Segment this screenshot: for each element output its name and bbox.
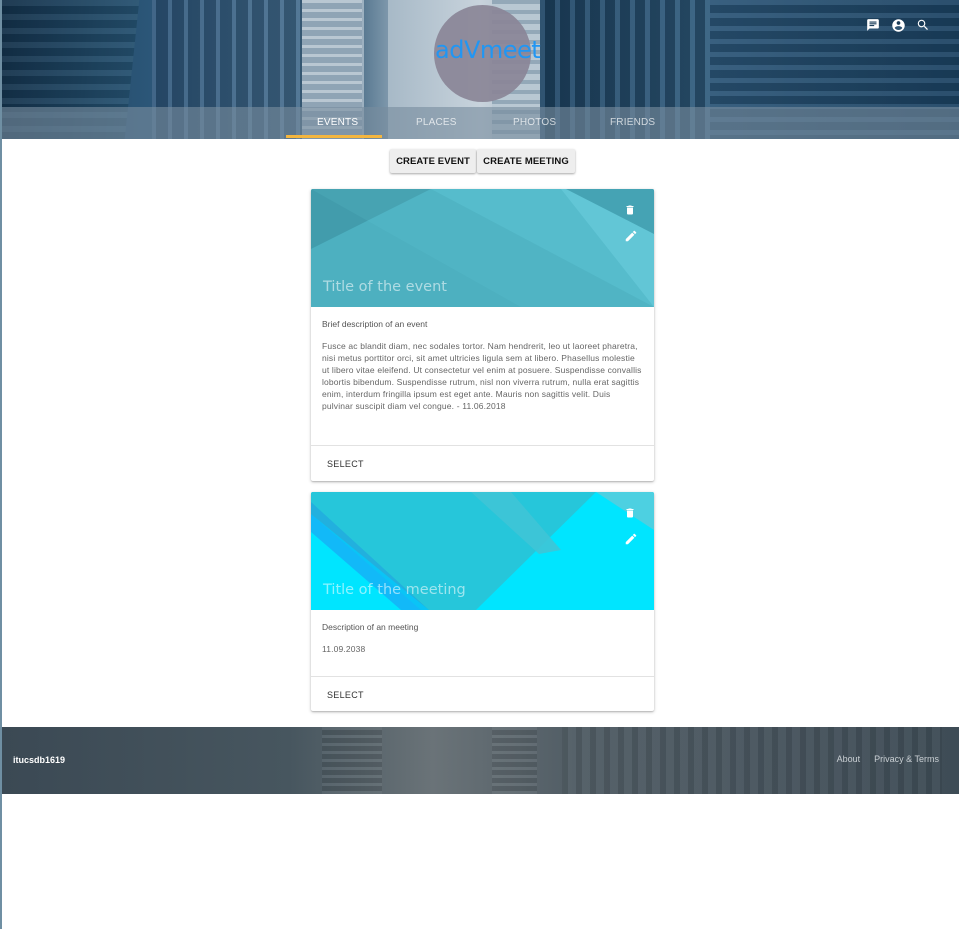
tab-places[interactable]: PLACES [416, 117, 457, 128]
logo[interactable]: adVmeet [435, 36, 541, 64]
event-card-subtitle: Brief description of an event [322, 319, 428, 329]
chat-icon[interactable] [865, 16, 881, 34]
delete-icon[interactable] [624, 506, 638, 525]
nav-tabs: EVENTS PLACES PHOTOS FRIENDS [2, 107, 959, 139]
footer-background-building [322, 727, 382, 794]
edit-icon[interactable] [624, 532, 638, 551]
event-card-description: Fusce ac blandit diam, nec sodales torto… [322, 341, 642, 411]
create-meeting-button[interactable]: CREATE MEETING [477, 149, 575, 173]
meeting-select-button[interactable]: SELECT [311, 677, 654, 711]
event-card-icons [624, 203, 638, 255]
active-tab-indicator [286, 135, 382, 138]
delete-icon[interactable] [624, 203, 638, 222]
event-card-image: Title of the event [311, 189, 654, 307]
edit-icon[interactable] [624, 229, 638, 248]
event-select-button[interactable]: SELECT [311, 446, 654, 481]
meeting-card: Title of the meeting Description of an m… [311, 492, 654, 711]
footer-links: About Privacy & Terms [837, 754, 939, 764]
event-card: Title of the event Brief description of … [311, 189, 654, 481]
footer-brand: itucsdb1619 [13, 755, 66, 765]
event-card-title: Title of the event [323, 279, 447, 295]
tab-friends[interactable]: FRIENDS [610, 117, 655, 128]
tab-events[interactable]: EVENTS [317, 117, 358, 128]
search-icon[interactable] [915, 16, 931, 34]
footer: itucsdb1619 About Privacy & Terms [2, 727, 959, 794]
meeting-card-title: Title of the meeting [323, 582, 466, 598]
tab-photos[interactable]: PHOTOS [513, 117, 556, 128]
about-link[interactable]: About [837, 754, 861, 764]
meeting-card-image: Title of the meeting [311, 492, 654, 610]
meeting-card-date: 11.09.2038 [322, 644, 366, 654]
privacy-terms-link[interactable]: Privacy & Terms [874, 754, 939, 764]
create-event-button[interactable]: CREATE EVENT [390, 149, 476, 173]
footer-background-building [492, 727, 537, 794]
top-icons [865, 16, 931, 34]
meeting-card-icons [624, 506, 638, 558]
meeting-card-subtitle: Description of an meeting [322, 622, 419, 632]
account-icon[interactable] [890, 16, 906, 34]
page: adVmeet EVENTS PLACES PHOTOS FRIENDS CRE… [0, 0, 959, 929]
header: adVmeet EVENTS PLACES PHOTOS FRIENDS [2, 0, 959, 139]
